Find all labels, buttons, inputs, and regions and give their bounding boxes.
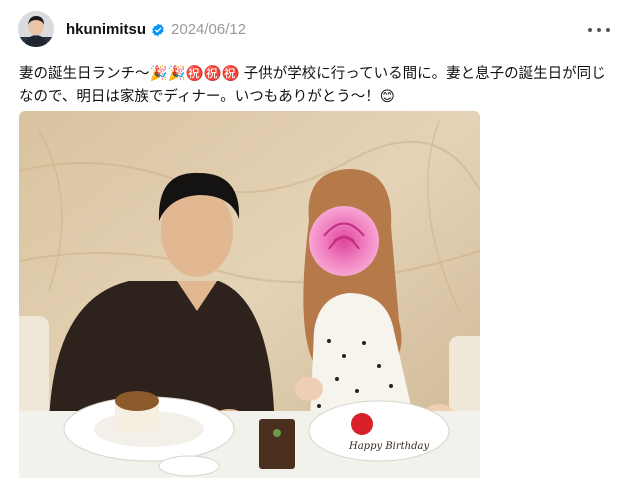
more-options-icon[interactable] <box>588 22 610 38</box>
post-header: hkunimitsu 2024/06/12 <box>66 21 246 39</box>
verified-badge-icon <box>151 23 165 37</box>
dot <box>606 28 610 32</box>
username-link[interactable]: hkunimitsu <box>66 21 146 39</box>
dot <box>597 28 601 32</box>
photo-illustration: Happy Birthday <box>19 111 480 478</box>
avatar[interactable] <box>18 11 54 47</box>
post-image[interactable]: Happy Birthday <box>19 111 480 478</box>
dot <box>588 28 592 32</box>
post-date: 2024/06/12 <box>171 21 247 38</box>
avatar-photo <box>18 11 54 47</box>
plate-text: Happy Birthday <box>348 441 429 452</box>
post-caption: 妻の誕生日ランチ〜🎉🎉㊗️㊗️㊗️ 子供が学校に行っている間に。妻と息子の誕生日… <box>19 66 606 105</box>
